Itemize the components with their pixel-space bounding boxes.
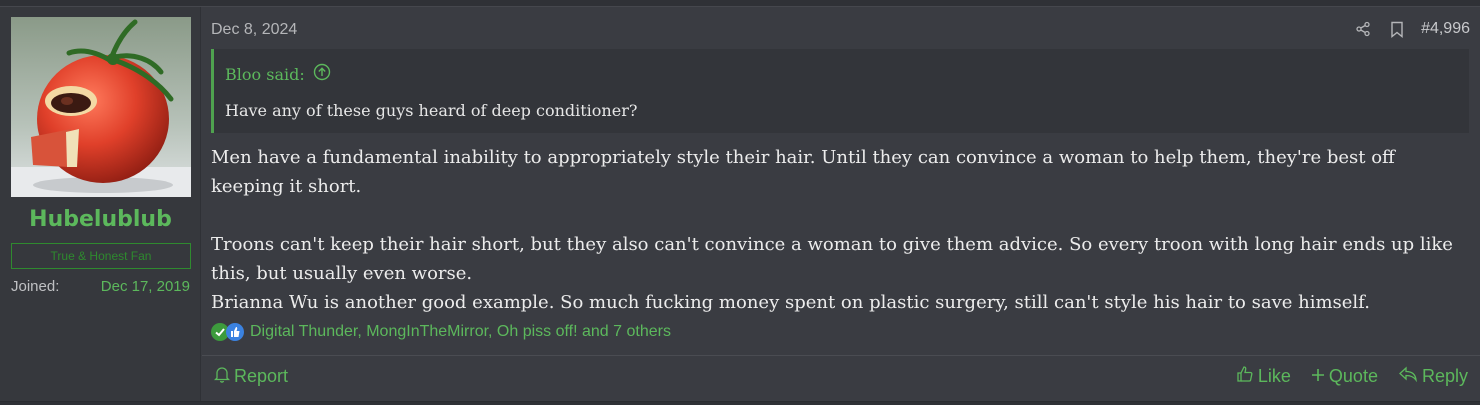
post-paragraph: Men have a fundamental inability to appr… bbox=[211, 147, 1395, 197]
report-button[interactable]: Report bbox=[213, 365, 289, 388]
reactions-list[interactable]: Digital Thunder, MongInTheMirror, Oh pis… bbox=[250, 323, 671, 341]
like-label: Like bbox=[1257, 366, 1291, 386]
quote-label: Quote bbox=[1328, 366, 1378, 386]
quote-button[interactable]: Quote bbox=[1311, 366, 1378, 387]
quote-attribution[interactable]: Bloo said: bbox=[225, 63, 331, 85]
joined-date: Dec 17, 2019 bbox=[100, 278, 190, 295]
post-body: Men have a fundamental inability to appr… bbox=[211, 143, 1466, 317]
reply-button[interactable]: Reply bbox=[1398, 366, 1468, 387]
like-button[interactable]: Like bbox=[1236, 365, 1291, 388]
username[interactable]: Hubelublub bbox=[0, 207, 201, 232]
plus-icon bbox=[1311, 366, 1325, 387]
post-number-link[interactable]: #4,996 bbox=[1421, 20, 1470, 38]
bell-icon bbox=[213, 365, 231, 388]
post-paragraph: Troons can't keep their hair short, but … bbox=[211, 234, 1453, 284]
joined-label: Joined: bbox=[11, 278, 60, 295]
forum-post: Hubelublub True & Honest Fan Joined: Dec… bbox=[0, 6, 1480, 402]
post-actions: Like Quote Reply bbox=[1236, 365, 1468, 388]
footer-divider bbox=[202, 355, 1480, 356]
post-paragraph: Brianna Wu is another good example. So m… bbox=[211, 292, 1370, 313]
reaction-icons[interactable] bbox=[211, 323, 244, 341]
quote-text: Have any of these guys heard of deep con… bbox=[225, 101, 638, 120]
share-icon[interactable] bbox=[1353, 19, 1373, 39]
report-label: Report bbox=[234, 366, 289, 386]
reactions-bar: Digital Thunder, MongInTheMirror, Oh pis… bbox=[211, 323, 671, 341]
quote-author: Bloo said: bbox=[225, 64, 305, 84]
user-title-badge: True & Honest Fan bbox=[11, 243, 191, 269]
arrow-up-circle-icon bbox=[313, 63, 331, 85]
reply-label: Reply bbox=[1421, 366, 1468, 386]
post-top-actions: #4,996 bbox=[1353, 19, 1470, 39]
post-date[interactable]: Dec 8, 2024 bbox=[211, 21, 297, 39]
bookmark-icon[interactable] bbox=[1387, 19, 1407, 39]
avatar[interactable] bbox=[11, 17, 191, 197]
quote-block: Bloo said: Have any of these guys heard … bbox=[211, 49, 1469, 133]
user-sidebar: Hubelublub True & Honest Fan Joined: Dec… bbox=[0, 7, 201, 401]
reply-arrow-icon bbox=[1398, 366, 1418, 387]
like-reaction-icon bbox=[226, 323, 244, 341]
thumbs-up-icon bbox=[1236, 365, 1254, 388]
